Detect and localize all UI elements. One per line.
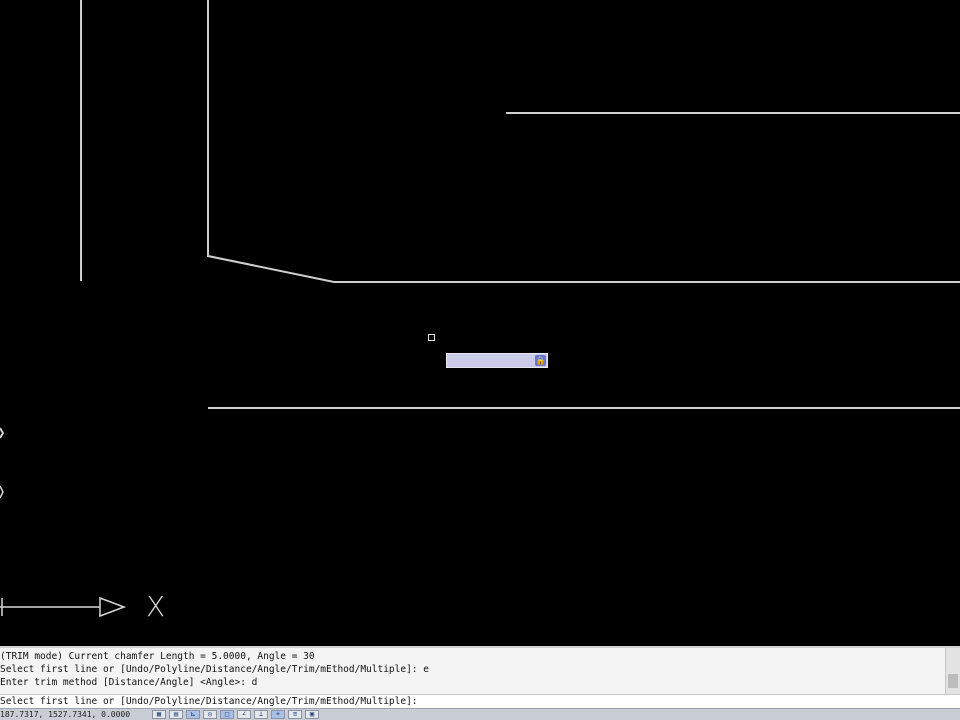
command-history-line: Enter trim method [Distance/Angle] <Angl…: [0, 677, 258, 688]
ucs-x-label: X: [146, 590, 166, 623]
lineweight-icon[interactable]: ≡: [288, 710, 302, 719]
ducs-icon[interactable]: ⊥: [254, 710, 268, 719]
osnap-icon[interactable]: □: [220, 710, 234, 719]
drawing-geometry: [0, 0, 960, 439]
command-prompt-input[interactable]: Select first line or [Undo/Polyline/Dist…: [0, 694, 960, 709]
model-icon[interactable]: ▣: [305, 710, 319, 719]
polar-icon[interactable]: ◎: [203, 710, 217, 719]
snap-icon[interactable]: ▦: [152, 710, 166, 719]
ucs-y-arrow-fragment: [0, 485, 4, 499]
ucs-x-arrow-icon: [99, 596, 127, 618]
ortho-icon[interactable]: ⊾: [186, 710, 200, 719]
dyn-icon[interactable]: +: [271, 710, 285, 719]
coordinates-readout[interactable]: 187.7317, 1527.7341, 0.0000: [0, 709, 130, 720]
dynamic-input-field[interactable]: 🔒: [446, 353, 548, 368]
status-bar: 187.7317, 1527.7341, 0.0000 ▦ ▤ ⊾ ◎ □ ∠ ⊥ + ≡ ▣: [0, 708, 960, 720]
drawing-canvas[interactable]: X 🔒: [0, 0, 960, 646]
command-history-line: Select first line or [Undo/Polyline/Dist…: [0, 664, 429, 675]
drawing-polyline-chamfered-corner[interactable]: [207, 0, 960, 283]
command-window[interactable]: (TRIM mode) Current chamfer Length = 5.0…: [0, 646, 960, 709]
scrollbar-thumb[interactable]: [948, 674, 958, 688]
command-history-line: (TRIM mode) Current chamfer Length = 5.0…: [0, 651, 315, 662]
grid-icon[interactable]: ▤: [169, 710, 183, 719]
command-history-scrollbar[interactable]: [945, 648, 960, 694]
lock-icon[interactable]: 🔒: [535, 355, 546, 366]
pickbox-cursor-icon: [428, 334, 435, 341]
ucs-icon: [0, 485, 127, 618]
otrack-icon[interactable]: ∠: [237, 710, 251, 719]
autocad-window: X 🔒 (TRIM mode) Current chamfer Length =…: [0, 0, 960, 720]
